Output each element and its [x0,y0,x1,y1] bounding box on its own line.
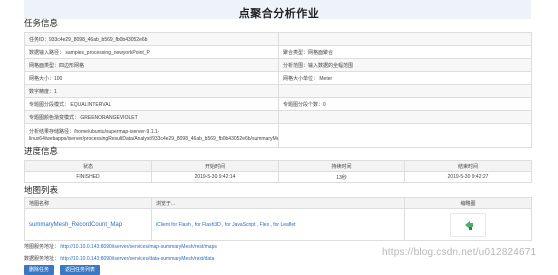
start-time-value: 2019-5-30 9:42:14 [151,171,279,183]
mesh-size: 网格大小：100 [24,71,279,85]
map-thumbnail-icon [465,220,473,230]
task-info-cell [278,32,532,46]
status-header: 状态 [24,160,152,172]
output-path: 分析结果存储路径：/home/ubuntu/supermap-iserver-9… [24,123,279,148]
page-title: 点聚合分析作业 [238,8,320,20]
task-info-row: 网格大小：100 网格大小单位： Meter [24,71,532,85]
task-info-heading: 任务信息 [24,18,59,28]
data-service-line: 数据服务地址： http://10.10.0.143:8090/iserver/… [24,255,214,262]
color-gradient-type: 专题图颜色渐变模式： GREENORANGEVIOLET [24,110,279,124]
delete-task-button[interactable]: 删除任务 [24,265,55,275]
task-info-row: 专题图颜色渐变模式： GREENORANGEVIOLET [24,110,532,124]
aggregation-type: 聚合类型：网格面聚合 [278,45,532,59]
analysis-range: 分析范围：输入数据的全幅范围 [278,58,532,72]
range-mode: 专题图分段模式： EQUALINTERVAL [24,97,279,111]
map-list-table: 地图名称 浏览于... 缩略图 summaryMesh_RecordCount_… [24,197,532,241]
thumbnail-header: 缩略图 [404,197,532,209]
input-path: 数据输入路径： samples_processing_newyorkPoint_… [24,45,279,59]
duration-header: 持续时间 [278,160,405,172]
duration-value: 13秒 [278,171,405,183]
end-time-value: 2019-5-30 9:42:27 [404,171,532,183]
map-row: summaryMesh_RecordCount_Map iClient for … [24,208,532,241]
task-info-cell [278,123,532,148]
back-to-list-button[interactable]: 返回任务列表 [60,265,101,275]
task-info-row: 分析结果存储路径：/home/ubuntu/supermap-iserver-9… [24,123,532,148]
progress-heading: 进度信息 [24,146,59,156]
status-value: FINISHED [24,171,152,183]
data-service-link[interactable]: http://10.10.0.143:8090/iserver/services… [60,256,214,262]
task-info-row: 网格面类型：四边形网格 分析范围：输入数据的全幅范围 [24,58,532,72]
progress-header-row: 状态 开始时间 持续时间 结束时间 [24,160,532,172]
data-service-label: 数据服务地址： [24,256,60,262]
numeric-precision: 数字精度：1 [24,84,279,98]
progress-table: 状态 开始时间 持续时间 结束时间 FINISHED 2019-5-30 9:4… [24,160,532,183]
task-info-cell [278,110,532,124]
task-info-cell [278,84,532,98]
task-info-table: 任务ID：933c4e29_8098_46ab_b569_fb0b43052e6… [24,32,532,148]
mesh-type: 网格面类型：四边形网格 [24,58,279,72]
task-info-row: 专题图分段模式： EQUALINTERVAL 专题图分段个数：0 [24,97,532,111]
client-links[interactable]: iClient for Flash , for Flash3D , for Ja… [156,222,296,228]
range-count: 专题图分段个数：0 [278,97,532,111]
task-info-row: 数据输入路径： samples_processing_newyorkPoint_… [24,45,532,59]
end-time-header: 结束时间 [404,160,532,172]
task-info-row: 数字精度：1 [24,84,532,98]
map-service-label: 地图服务地址： [24,244,60,250]
map-name-header: 地图名称 [24,197,152,209]
progress-row: FINISHED 2019-5-30 9:42:14 13秒 2019-5-30… [24,171,532,183]
map-service-line: 地图服务地址： http://10.10.0.143:8090/iserver/… [24,243,217,250]
mesh-size-unit: 网格大小单位： Meter [278,71,532,85]
browse-header: 浏览于... [151,197,405,209]
map-thumbnail[interactable] [450,212,486,237]
map-list-heading: 地图列表 [24,185,59,195]
map-name-link[interactable]: summaryMesh_RecordCount_Map [29,222,122,228]
watermark: https://blog.csdn.net/u012824671 [382,247,537,258]
start-time-header: 开始时间 [151,160,279,172]
map-header-row: 地图名称 浏览于... 缩略图 [24,197,532,209]
map-service-link[interactable]: http://10.10.0.143:8090/iserver/services… [60,244,216,250]
task-id: 任务ID：933c4e29_8098_46ab_b569_fb0b43052e6… [24,32,279,46]
task-info-row: 任务ID：933c4e29_8098_46ab_b569_fb0b43052e6… [24,32,532,46]
